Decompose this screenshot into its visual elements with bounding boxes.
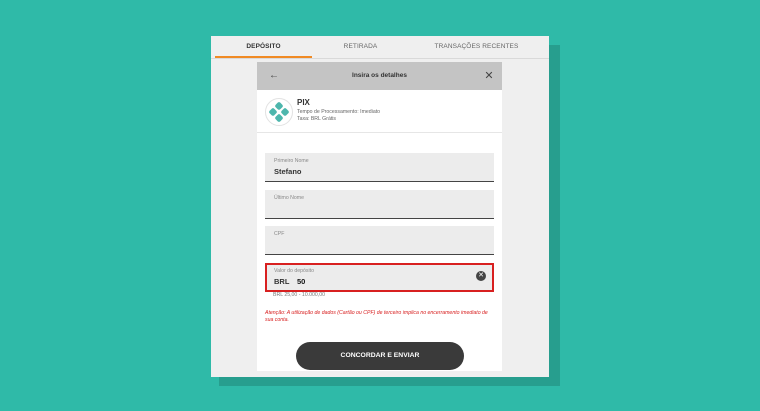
cpf-field[interactable]: CPF xyxy=(265,226,494,255)
fee: Taxa: BRL Grátis xyxy=(297,116,337,122)
deposit-panel: DEPÓSITO RETIRADA TRANSAÇÕES RECENTES In… xyxy=(211,36,549,377)
agree-submit-button[interactable]: CONCORDAR E ENVIAR xyxy=(296,342,464,370)
tab-withdraw[interactable]: RETIRADA xyxy=(312,36,409,58)
currency-label: BRL xyxy=(274,277,290,286)
deposit-amount-value: 50 xyxy=(297,277,306,286)
tab-recent-transactions[interactable]: TRANSAÇÕES RECENTES xyxy=(409,36,544,58)
clear-icon[interactable]: ✕ xyxy=(476,271,486,281)
last-name-field[interactable]: Último Nome xyxy=(265,190,494,219)
tab-bar: DEPÓSITO RETIRADA TRANSAÇÕES RECENTES xyxy=(211,36,549,59)
arrow-left-icon[interactable]: ← xyxy=(267,69,281,83)
modal-header: Insira os detalhes ← ✕ xyxy=(257,62,502,90)
deposit-label: Valor do depósito xyxy=(274,268,314,274)
details-modal: Insira os detalhes ← ✕ PIX Tempo de Proc… xyxy=(257,62,502,371)
method-name: PIX xyxy=(297,98,310,107)
processing-time: Tempo de Processamento: Imediato xyxy=(297,109,381,115)
payment-method: PIX Tempo de Processamento: Imediato Tax… xyxy=(257,90,502,133)
first-name-value: Stefano xyxy=(274,167,302,176)
tab-deposit[interactable]: DEPÓSITO xyxy=(215,36,312,58)
close-icon[interactable]: ✕ xyxy=(482,69,496,83)
last-name-label: Último Nome xyxy=(274,195,304,201)
first-name-field[interactable]: Primeiro Nome Stefano xyxy=(265,153,494,182)
deposit-amount-field[interactable]: Valor do depósito BRL 50 ✕ xyxy=(265,263,494,292)
deposit-range: BRL 25,00 - 10.000,00 xyxy=(273,292,326,298)
cpf-label: CPF xyxy=(274,231,285,237)
active-tab-indicator xyxy=(215,56,312,58)
first-name-label: Primeiro Nome xyxy=(274,158,309,164)
pix-logo xyxy=(265,98,293,126)
pix-logo-icon xyxy=(269,102,289,122)
modal-title: Insira os detalhes xyxy=(352,72,407,79)
warning-text: Atenção: A utilização de dados (Cartão o… xyxy=(265,310,488,323)
